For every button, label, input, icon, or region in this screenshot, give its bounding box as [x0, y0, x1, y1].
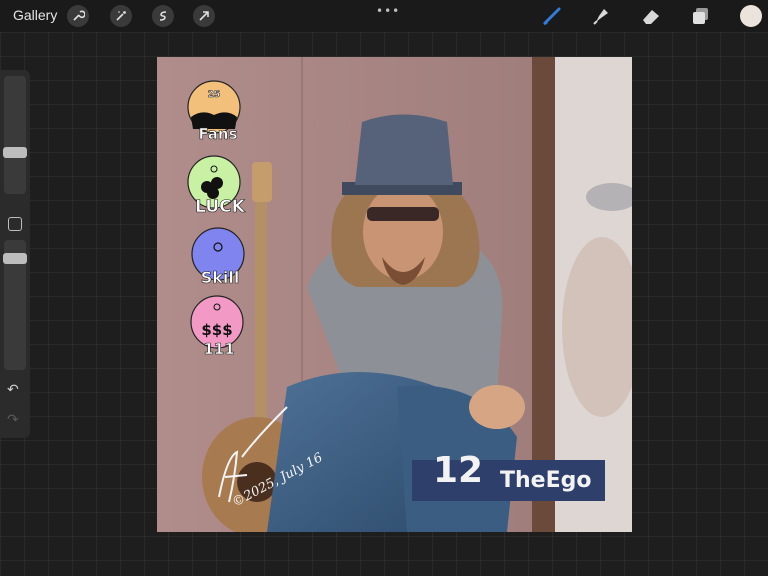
- eraser-icon[interactable]: [640, 5, 662, 27]
- transform-arrow-icon[interactable]: [193, 5, 215, 27]
- brush-size-slider[interactable]: [4, 76, 26, 194]
- brush-icon[interactable]: [541, 5, 563, 27]
- card-name: TheEgo: [500, 468, 591, 493]
- brush-size-thumb[interactable]: [3, 147, 27, 158]
- badge-fans-label: Fans: [198, 125, 237, 143]
- gallery-button[interactable]: Gallery: [13, 7, 57, 23]
- undo-icon[interactable]: ↶: [7, 382, 19, 398]
- top-toolbar: Gallery •••: [0, 0, 768, 32]
- badge-skill: Skill: [191, 227, 245, 287]
- artwork-canvas[interactable]: 25 Fans LUCK Skill $$$ 111 ©2025, July 1…: [157, 57, 632, 532]
- left-sidebar: ↶ ↷: [0, 70, 30, 438]
- badge-luck-label: LUCK: [195, 197, 246, 217]
- selection-icon[interactable]: [152, 5, 174, 27]
- badge-skill-label: Skill: [201, 268, 240, 287]
- color-picker-swatch[interactable]: [740, 5, 762, 27]
- redo-icon[interactable]: ↷: [7, 412, 19, 428]
- badge-money-label: 111: [203, 340, 234, 358]
- magic-wand-icon[interactable]: [110, 5, 132, 27]
- badge-fans-value: 25: [208, 90, 221, 100]
- opacity-thumb[interactable]: [3, 253, 27, 264]
- svg-text:$$$: $$$: [201, 321, 232, 339]
- layers-icon[interactable]: [690, 5, 712, 27]
- card-number: 12: [433, 450, 483, 491]
- modify-button[interactable]: [8, 217, 22, 231]
- wrench-icon[interactable]: [67, 5, 89, 27]
- artwork-illustration: 25 Fans LUCK Skill $$$ 111 ©2025, July 1…: [157, 57, 632, 532]
- actions-menu-dots[interactable]: •••: [376, 4, 400, 18]
- smudge-icon[interactable]: [590, 5, 612, 27]
